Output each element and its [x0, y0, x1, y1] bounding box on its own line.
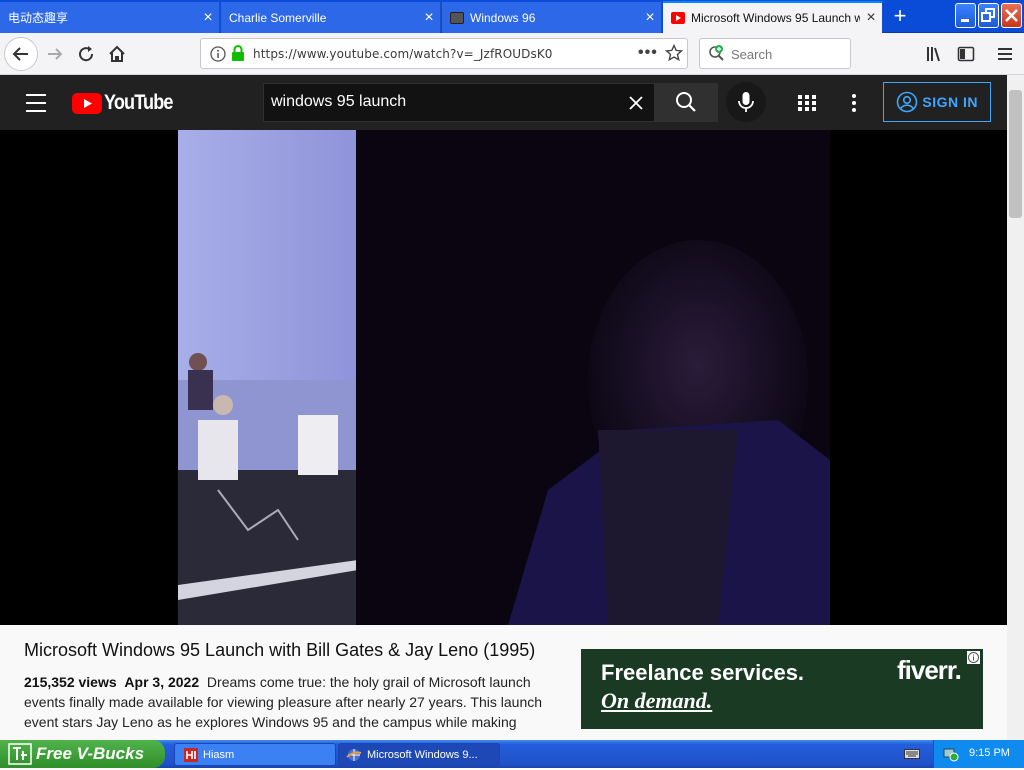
- search-magnifier-icon: [676, 92, 696, 112]
- settings-kebab-icon[interactable]: [846, 93, 862, 118]
- ad-headline: Freelance services.: [601, 660, 805, 685]
- tab-close-icon[interactable]: ×: [860, 10, 882, 26]
- browser-nav-bar: https://www.youtube.com/watch?v=_JzfROUD…: [0, 33, 1024, 75]
- youtube-search-input[interactable]: windows 95 launch: [263, 83, 655, 122]
- new-tab-plus-icon[interactable]: +: [886, 4, 914, 30]
- restore-window-button[interactable]: [978, 3, 999, 28]
- video-description[interactable]: 215,352 views Apr 3, 2022 Dreams come tr…: [24, 672, 544, 740]
- close-window-button[interactable]: [1001, 3, 1022, 28]
- video-frame: [178, 130, 830, 625]
- info-icon[interactable]: [210, 46, 226, 65]
- clear-search-icon[interactable]: [627, 94, 645, 117]
- minimize-window-button[interactable]: [955, 3, 976, 28]
- url-text: https://www.youtube.com/watch?v=_JzfROUD…: [253, 47, 553, 61]
- bookmark-star-icon[interactable]: [664, 43, 684, 65]
- ad-info-icon[interactable]: [967, 651, 980, 669]
- scrollbar-thumb[interactable]: [1009, 90, 1022, 218]
- keyboard-tray-icon[interactable]: [904, 747, 920, 766]
- taskbar-item-browser[interactable]: Microsoft Windows 9...: [338, 743, 500, 766]
- search-placeholder: Search: [731, 47, 773, 62]
- tab-1[interactable]: 电动态趣享 ×: [0, 2, 220, 33]
- youtube-logo[interactable]: YouTube: [72, 91, 184, 115]
- library-icon[interactable]: [919, 39, 949, 69]
- fiverr-logo-text: fiverr.: [897, 655, 962, 685]
- start-label: Free V-Bucks: [36, 744, 145, 763]
- youtube-header: YouTube windows 95 launch SIGN IN: [0, 75, 1007, 130]
- voice-search-microphone-icon[interactable]: [726, 82, 766, 122]
- page-actions-ellipsis-icon[interactable]: •••: [638, 44, 658, 62]
- home-icon[interactable]: [102, 39, 132, 69]
- taskbar-item-hiasm[interactable]: Hiasm: [174, 743, 336, 766]
- youtube-play-logo-icon: [72, 92, 102, 114]
- video-player[interactable]: [0, 130, 1007, 625]
- hiasm-app-icon: [184, 748, 198, 765]
- sign-in-label: SIGN IN: [922, 94, 978, 110]
- tab-title: 电动态趣享: [8, 11, 69, 25]
- browser-tab-strip: 电动态趣享 × Charlie Somerville × Windows 96 …: [0, 0, 1024, 33]
- tab-close-icon[interactable]: ×: [197, 9, 219, 26]
- padlock-icon: [231, 45, 245, 65]
- guide-menu-icon[interactable]: [24, 92, 48, 119]
- browser-search-box[interactable]: Search: [699, 38, 851, 69]
- ad-subheadline: On demand.: [601, 688, 713, 713]
- tab-title: Charlie Somerville: [229, 10, 327, 25]
- browser-app-icon: [346, 748, 362, 765]
- upload-date: Apr 3, 2022: [124, 674, 200, 690]
- tab-title: Windows 96: [470, 10, 536, 25]
- hamburger-menu-icon[interactable]: [990, 39, 1020, 69]
- taskbar-item-label: Microsoft Windows 9...: [367, 748, 478, 761]
- forward-arrow-icon[interactable]: [40, 39, 70, 69]
- taskbar-item-label: Hiasm: [203, 748, 235, 761]
- sign-in-button[interactable]: SIGN IN: [883, 82, 991, 122]
- clock: 9:15 PM: [969, 747, 1010, 759]
- video-info-section: Microsoft Windows 95 Launch with Bill Ga…: [0, 625, 1007, 740]
- youtube-search-button[interactable]: [655, 83, 718, 122]
- start-logo-icon: [8, 743, 32, 770]
- back-arrow-icon[interactable]: [4, 37, 38, 71]
- tab-3[interactable]: Windows 96 ×: [442, 2, 662, 33]
- video-still-image: [178, 130, 830, 625]
- fiverr-ad-banner[interactable]: Freelance services. On demand. fiverr.: [581, 649, 983, 729]
- page-scrollbar[interactable]: [1007, 75, 1024, 740]
- system-tray: 9:15 PM: [933, 740, 1024, 768]
- youtube-logo-text: YouTube: [104, 91, 173, 114]
- tab-title: Microsoft Windows 95 Launch wit: [691, 11, 860, 25]
- sidebar-toggle-icon[interactable]: [951, 39, 981, 69]
- tab-2[interactable]: Charlie Somerville ×: [221, 2, 441, 33]
- tab-close-icon[interactable]: ×: [418, 9, 440, 26]
- video-title: Microsoft Windows 95 Launch with Bill Ga…: [24, 640, 536, 660]
- youtube-favicon-icon: [671, 12, 685, 24]
- search-engine-icon: [708, 45, 726, 68]
- start-button[interactable]: Free V-Bucks: [0, 740, 165, 768]
- network-tray-icon[interactable]: [943, 746, 959, 767]
- url-bar[interactable]: https://www.youtube.com/watch?v=_JzfROUD…: [200, 38, 688, 69]
- account-circle-icon: [896, 91, 918, 116]
- view-count: 215,352 views: [24, 674, 117, 690]
- reload-icon[interactable]: [71, 39, 101, 69]
- tab-4-active[interactable]: Microsoft Windows 95 Launch wit ×: [663, 1, 883, 33]
- apps-grid-icon[interactable]: [797, 93, 817, 118]
- os-taskbar: Free V-Bucks Hiasm Microsoft Windows 9..…: [0, 740, 1024, 768]
- windows96-favicon-icon: [450, 11, 464, 24]
- youtube-search-value: windows 95 launch: [271, 93, 407, 110]
- tab-close-icon[interactable]: ×: [639, 9, 661, 26]
